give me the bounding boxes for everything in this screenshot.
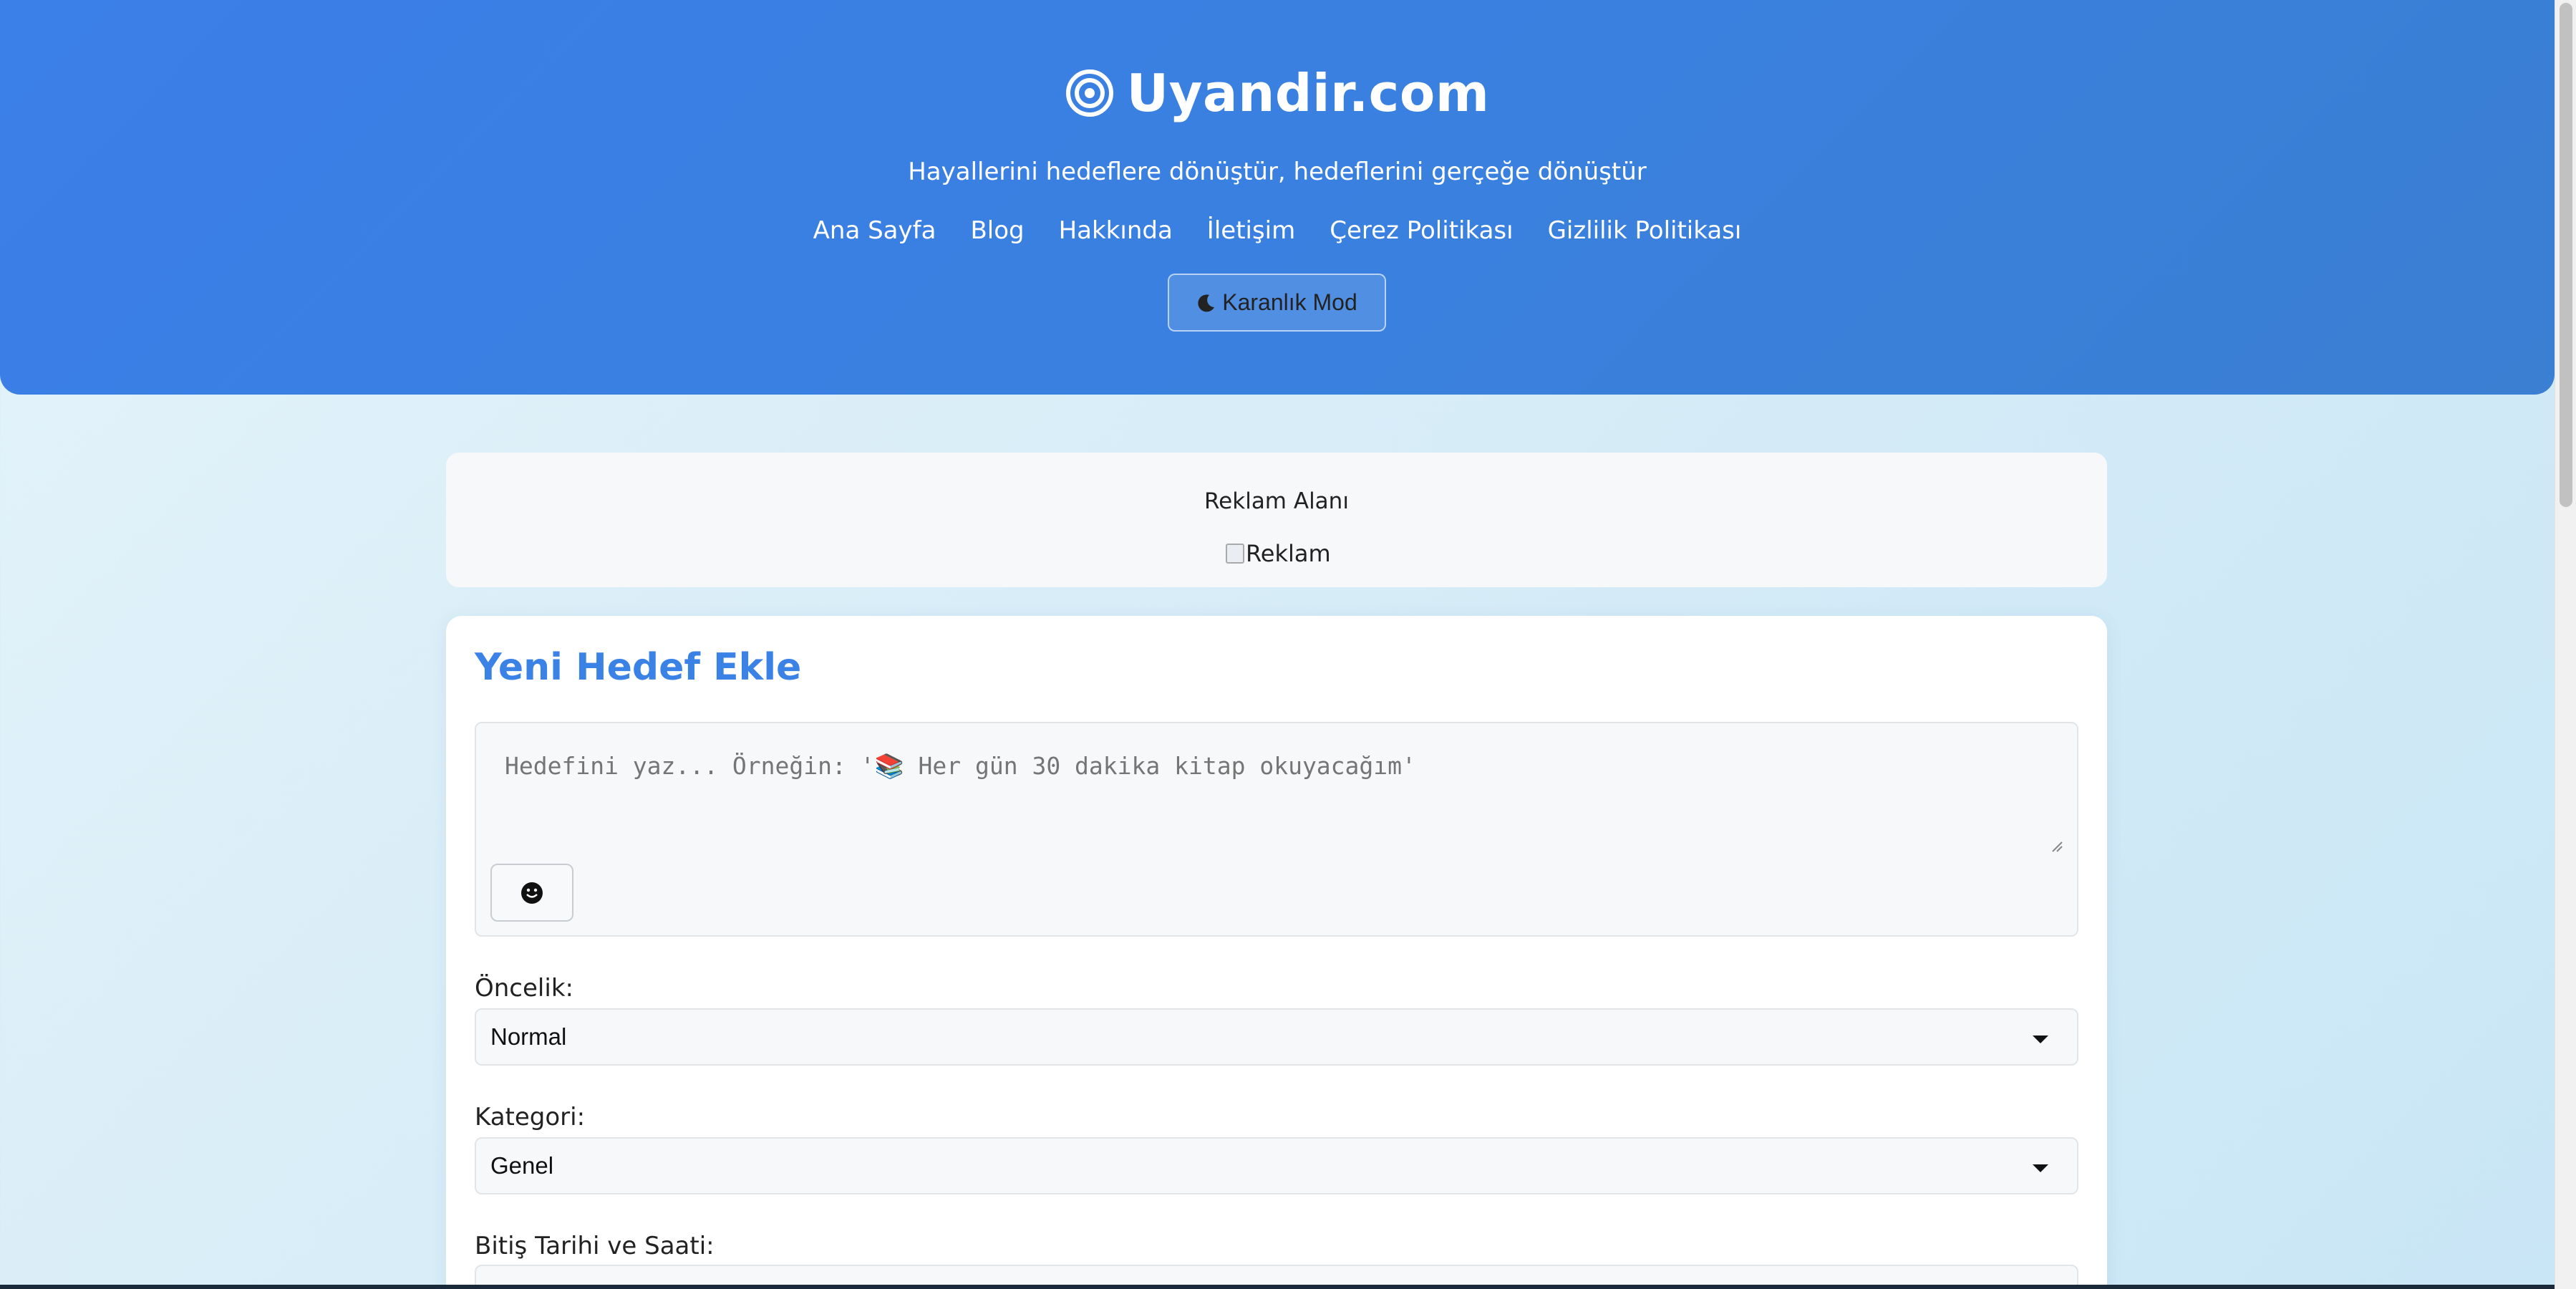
nav-item-contact[interactable]: İletişim: [1207, 216, 1295, 245]
brand[interactable]: Uyandir.com: [0, 63, 2555, 123]
goal-input-container: [475, 722, 2078, 937]
new-goal-title: Yeni Hedef Ekle: [475, 646, 802, 689]
bottom-edge: [0, 1285, 2555, 1289]
chevron-down-icon: [2033, 1035, 2048, 1043]
nav-item-about[interactable]: Hakkında: [1059, 216, 1173, 245]
emoji-button[interactable]: [490, 864, 573, 922]
moon-icon: [1198, 294, 1215, 312]
new-goal-card: Yeni Hedef Ekle Öncelik: Normal Kategori…: [446, 616, 2107, 1289]
chevron-down-icon: [2033, 1164, 2048, 1172]
ad-area: Reklam Alanı Reklam: [446, 453, 2107, 587]
nav-item-blog[interactable]: Blog: [970, 216, 1024, 245]
target-icon: [1065, 69, 1113, 117]
tagline: Hayallerini hedeflere dönüştür, hedefler…: [908, 158, 1647, 186]
site-header: Uyandir.com Hayallerini hedeflere dönüşt…: [0, 0, 2555, 395]
broken-image-icon: [1226, 544, 1244, 564]
nav-item-home[interactable]: Ana Sayfa: [813, 216, 936, 245]
category-value: Genel: [490, 1152, 554, 1179]
scrollbar-thumb[interactable]: [2560, 3, 2572, 507]
smiley-icon: [521, 882, 543, 904]
ad-title: Reklam Alanı: [1204, 488, 1349, 514]
scrollbar[interactable]: [2555, 0, 2576, 1289]
ad-image-alt: Reklam: [1246, 540, 1331, 567]
goal-input[interactable]: [505, 752, 2037, 859]
nav-item-privacy-policy[interactable]: Gizlilik Politikası: [1548, 216, 1742, 245]
brand-name: Uyandir.com: [1126, 63, 1490, 123]
category-label: Kategori:: [475, 1103, 586, 1131]
ad-image[interactable]: Reklam: [1226, 540, 1331, 567]
nav-item-cookie-policy[interactable]: Çerez Politikası: [1330, 216, 1513, 245]
category-select[interactable]: Genel: [475, 1137, 2078, 1194]
priority-label: Öncelik:: [475, 974, 573, 1003]
priority-value: Normal: [490, 1023, 567, 1050]
resize-handle-icon[interactable]: [2050, 839, 2063, 852]
main-nav: Ana Sayfa Blog Hakkında İletişim Çerez P…: [0, 216, 2555, 245]
dark-mode-button[interactable]: Karanlık Mod: [1168, 274, 1386, 332]
priority-select[interactable]: Normal: [475, 1008, 2078, 1066]
deadline-label: Bitiş Tarihi ve Saati:: [475, 1232, 715, 1260]
dark-mode-label: Karanlık Mod: [1222, 289, 1357, 315]
